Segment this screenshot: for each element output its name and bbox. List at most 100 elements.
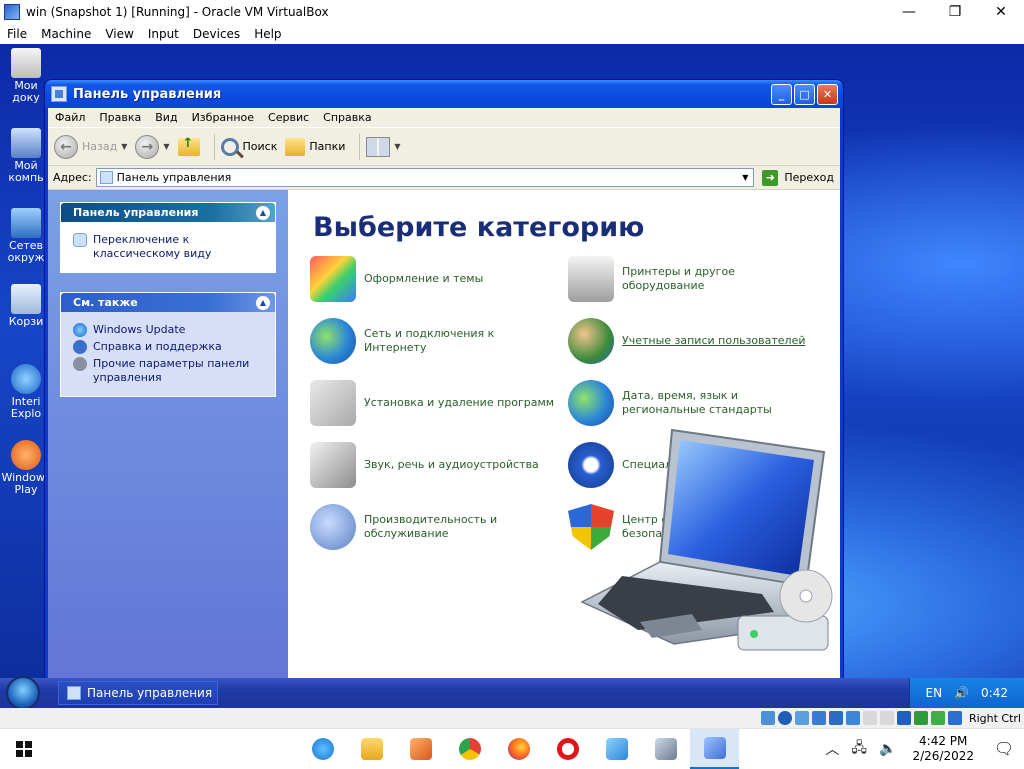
xp-maximize-button[interactable]: □: [794, 83, 815, 105]
internet-explorer-icon: [11, 364, 41, 394]
xp-close-button[interactable]: ✕: [817, 83, 838, 105]
network-internet-icon: [310, 318, 356, 364]
language-indicator[interactable]: EN: [926, 686, 943, 700]
minimize-button[interactable]: —: [886, 0, 932, 23]
search-icon: [220, 137, 239, 156]
category-sounds-audio[interactable]: Звук, речь и аудиоустройства: [310, 442, 560, 488]
menu-devices[interactable]: Devices: [186, 27, 247, 41]
virtualization-icon[interactable]: [913, 711, 928, 725]
help-support-link[interactable]: Справка и поддержка: [73, 340, 269, 354]
folder-icon: [360, 737, 383, 760]
category-performance-maintenance[interactable]: Производительность и обслуживание: [310, 504, 560, 550]
virtualbox-statusbar: Right Ctrl: [0, 708, 1024, 728]
maximize-button[interactable]: ❐: [932, 0, 978, 23]
xp-clock[interactable]: 0:42: [981, 686, 1008, 700]
host-clock[interactable]: 4:42 PM 2/26/2022: [912, 734, 974, 764]
menu-favorites-ru[interactable]: Избранное: [185, 111, 261, 124]
forward-dropdown-icon[interactable]: ▼: [163, 142, 169, 151]
task-box-header[interactable]: Панель управления ▲: [61, 203, 275, 222]
volume-icon[interactable]: 🔊: [954, 686, 969, 700]
mouse-integration-icon[interactable]: [930, 711, 945, 725]
chrome-icon: [458, 737, 481, 760]
display-icon[interactable]: [862, 711, 877, 725]
explorer-toolbar: ← Назад ▼ → ▼ Поиск Папки: [48, 128, 840, 166]
video-capture-icon[interactable]: [896, 711, 911, 725]
other-settings-link[interactable]: Прочие параметры панели управления: [73, 357, 269, 385]
address-label: Адрес:: [53, 171, 92, 184]
explorer-menubar: Файл Правка Вид Избранное Сервис Справка: [48, 108, 840, 128]
category-appearance-themes[interactable]: Оформление и темы: [310, 256, 550, 302]
taskbar-virtualbox[interactable]: [641, 729, 690, 769]
menu-input[interactable]: Input: [141, 27, 186, 41]
category-add-remove-programs[interactable]: Установка и удаление программ: [310, 380, 560, 426]
taskbar-button-control-panel[interactable]: Панель управления: [58, 681, 218, 705]
edge-icon: [311, 737, 334, 760]
folder-up-icon: [177, 136, 200, 156]
audio-icon[interactable]: [794, 711, 809, 725]
recording-icon[interactable]: [879, 711, 894, 725]
address-dropdown-icon[interactable]: ▼: [737, 173, 753, 182]
taskbar-firefox[interactable]: [494, 729, 543, 769]
notification-center-icon[interactable]: 🗨: [984, 729, 1024, 769]
folders-button[interactable]: Папки: [285, 137, 345, 156]
back-dropdown-icon[interactable]: ▼: [121, 142, 127, 151]
taskbar-edge[interactable]: [298, 729, 347, 769]
network-adapter-icon[interactable]: [811, 711, 826, 725]
menu-view[interactable]: View: [98, 27, 140, 41]
usb-icon[interactable]: [828, 711, 843, 725]
taskbar-file-explorer[interactable]: [347, 729, 396, 769]
menu-machine[interactable]: Machine: [34, 27, 98, 41]
host-key-label[interactable]: Right Ctrl: [969, 712, 1021, 725]
switch-classic-view-link[interactable]: Переключение к классическому виду: [73, 233, 269, 261]
taskbar-vm-window[interactable]: [690, 728, 739, 769]
windows-start-button[interactable]: [0, 729, 48, 769]
collapse-icon[interactable]: ▲: [256, 205, 270, 220]
windows-logo-icon: [16, 740, 32, 757]
menu-file-ru[interactable]: Файл: [48, 111, 92, 124]
keyboard-capture-icon[interactable]: [947, 711, 962, 725]
go-button[interactable]: ➜ Переход: [762, 169, 834, 186]
windows-update-link[interactable]: Windows Update: [73, 323, 269, 337]
menu-view-ru[interactable]: Вид: [148, 111, 184, 124]
collapse-icon[interactable]: ▲: [256, 295, 270, 310]
search-button[interactable]: Поиск: [220, 137, 277, 156]
start-button[interactable]: [6, 676, 40, 710]
globe-calendar-icon: [568, 380, 614, 426]
category-network-internet[interactable]: Сеть и подключения к Интернету: [310, 318, 560, 364]
shared-folders-icon[interactable]: [845, 711, 860, 725]
task-box-header[interactable]: См. также ▲: [61, 293, 275, 312]
network-icon[interactable]: 🖧: [851, 737, 867, 761]
views-button[interactable]: ▼: [366, 136, 401, 157]
gear-icon: [73, 357, 87, 371]
forward-button[interactable]: → ▼: [135, 134, 170, 159]
menu-file[interactable]: File: [0, 27, 34, 41]
taskbar-opera[interactable]: [543, 729, 592, 769]
close-button[interactable]: ✕: [978, 0, 1024, 23]
task-pane: Панель управления ▲ Переключение к класс…: [48, 190, 288, 678]
volume-icon[interactable]: 🔈: [879, 741, 896, 757]
menu-help[interactable]: Help: [247, 27, 288, 41]
taskbar-notes-app[interactable]: [592, 729, 641, 769]
up-folder-button[interactable]: [177, 136, 200, 156]
users-icon: [568, 318, 614, 364]
category-date-time-regional[interactable]: Дата, время, язык и региональные стандар…: [568, 380, 798, 426]
back-button[interactable]: ← Назад ▼: [54, 134, 127, 159]
views-dropdown-icon[interactable]: ▼: [394, 142, 400, 151]
xp-minimize-button[interactable]: _: [771, 83, 792, 105]
chevron-up-icon[interactable]: ︿: [825, 739, 839, 759]
address-input[interactable]: Панель управления ▼: [95, 168, 755, 187]
firefox-icon: [507, 737, 530, 760]
taskbar-media-player[interactable]: [396, 729, 445, 769]
category-user-accounts[interactable]: Учетные записи пользователей: [568, 318, 808, 364]
category-printers-hardware[interactable]: Принтеры и другое оборудование: [568, 256, 798, 302]
menu-tools-ru[interactable]: Сервис: [261, 111, 316, 124]
taskbar-chrome[interactable]: [445, 729, 494, 769]
taskbar-pinned-apps: [298, 728, 739, 769]
vm-xp-icon: [703, 736, 726, 759]
control-panel-icon: [67, 686, 81, 700]
menu-edit-ru[interactable]: Правка: [92, 111, 148, 124]
menu-help-ru[interactable]: Справка: [316, 111, 378, 124]
window-title: win (Snapshot 1) [Running] - Oracle VM V…: [26, 4, 329, 19]
hard-disk-icon[interactable]: [760, 711, 775, 725]
optical-drive-icon[interactable]: [777, 711, 792, 725]
